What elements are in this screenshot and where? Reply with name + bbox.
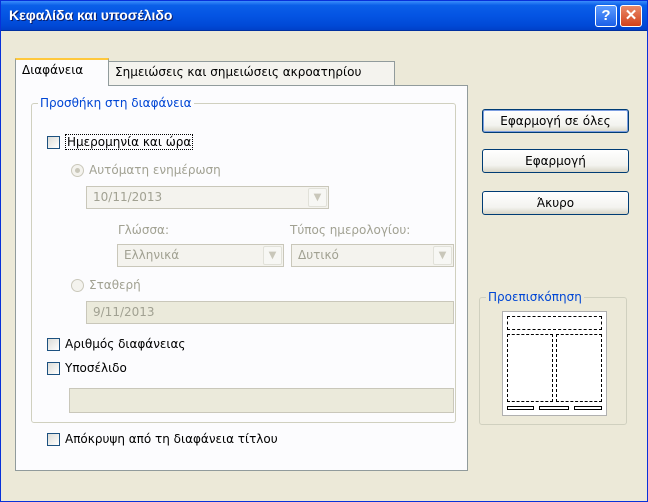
preview-title-placeholder [507,316,602,330]
hide-on-title-checkbox[interactable] [47,432,60,446]
fixed-date-radio[interactable] [71,278,84,292]
language-label: Γλώσσα: [118,223,169,237]
slide-number-checkbox[interactable] [47,337,60,351]
auto-date-value: 10/11/2013 [93,190,163,204]
auto-date-format-dropdown[interactable]: 10/11/2013 ▼ [86,186,329,209]
auto-update-option[interactable]: Αυτόματη ενημέρωση [71,163,221,177]
cancel-button[interactable]: Άκυρο [482,191,629,215]
fixed-date-value: 9/11/2013 [93,305,155,319]
apply-label: Εφαρμογή [525,154,586,168]
date-time-option[interactable]: Ημερομηνία και ώρα [47,134,194,150]
dialog-title: Κεφαλίδα και υποσέλιδο [9,7,173,23]
tab-slide-label: Διαφάνεια [22,63,84,77]
chevron-down-icon: ▼ [308,188,327,207]
footer-label: Υποσέλιδο [65,361,127,375]
question-mark-icon: ? [601,7,611,24]
apply-button[interactable]: Εφαρμογή [482,149,629,173]
preview-left-content-placeholder [507,334,553,402]
slide-number-option[interactable]: Αριθμός διαφάνειας [47,337,185,351]
language-dropdown[interactable]: Ελληνικά ▼ [117,244,284,267]
help-button[interactable]: ? [595,5,617,27]
footer-option[interactable]: Υποσέλιδο [47,361,127,375]
date-time-label: Ημερομηνία και ώρα [65,134,194,150]
chevron-down-icon: ▼ [263,246,282,265]
calendar-type-value: Δυτικό [298,248,339,262]
calendar-type-label: Τύπος ημερολογίου: [290,223,411,237]
fixed-date-option[interactable]: Σταθερή [71,278,141,292]
close-button[interactable]: ✕ [620,5,642,27]
close-icon: ✕ [624,7,638,24]
preview-right-content-placeholder [556,334,602,402]
fixed-date-label: Σταθερή [89,278,141,292]
auto-update-radio[interactable] [71,163,84,177]
tab-notes-handouts-label: Σημειώσεις και σημειώσεις ακροατηρίου [115,65,362,79]
slide-number-label: Αριθμός διαφάνειας [65,337,186,351]
tab-slide[interactable]: Διαφάνεια [15,58,109,86]
calendar-type-dropdown[interactable]: Δυτικό ▼ [291,244,454,267]
slide-tab-panel: Προσθήκη στη διαφάνεια Ημερομηνία και ώρ… [15,85,468,471]
date-time-checkbox[interactable] [47,135,60,149]
auto-update-label: Αυτόματη ενημέρωση [89,163,221,177]
cancel-label: Άκυρο [536,196,575,210]
tab-notes-handouts[interactable]: Σημειώσεις και σημειώσεις ακροατηρίου [108,61,395,85]
language-value: Ελληνικά [124,248,180,262]
slide-preview-thumbnail [502,311,607,416]
apply-to-all-label: Εφαρμογή σε όλες [500,114,611,128]
preview-footer-placeholder [539,406,569,410]
chevron-down-icon: ▼ [433,246,452,265]
add-to-slide-legend: Προσθήκη στη διαφάνεια [38,96,194,110]
footer-checkbox[interactable] [47,361,60,375]
fixed-date-input[interactable]: 9/11/2013 [86,301,454,324]
preview-date-placeholder [507,406,534,410]
preview-group: Προεπισκόπηση [479,290,627,425]
hide-on-title-option[interactable]: Απόκρυψη από τη διαφάνεια τίτλου [47,432,278,446]
hide-on-title-label: Απόκρυψη από τη διαφάνεια τίτλου [65,432,278,446]
preview-slide-number-placeholder [574,406,602,410]
title-bar[interactable]: Κεφαλίδα και υποσέλιδο ? ✕ [1,1,647,31]
apply-to-all-button[interactable]: Εφαρμογή σε όλες [482,109,629,133]
preview-legend: Προεπισκόπηση [486,290,584,304]
footer-input[interactable] [69,388,454,413]
dialog-window: Κεφαλίδα και υποσέλιδο ? ✕ Διαφάνεια Σημ… [0,0,648,502]
